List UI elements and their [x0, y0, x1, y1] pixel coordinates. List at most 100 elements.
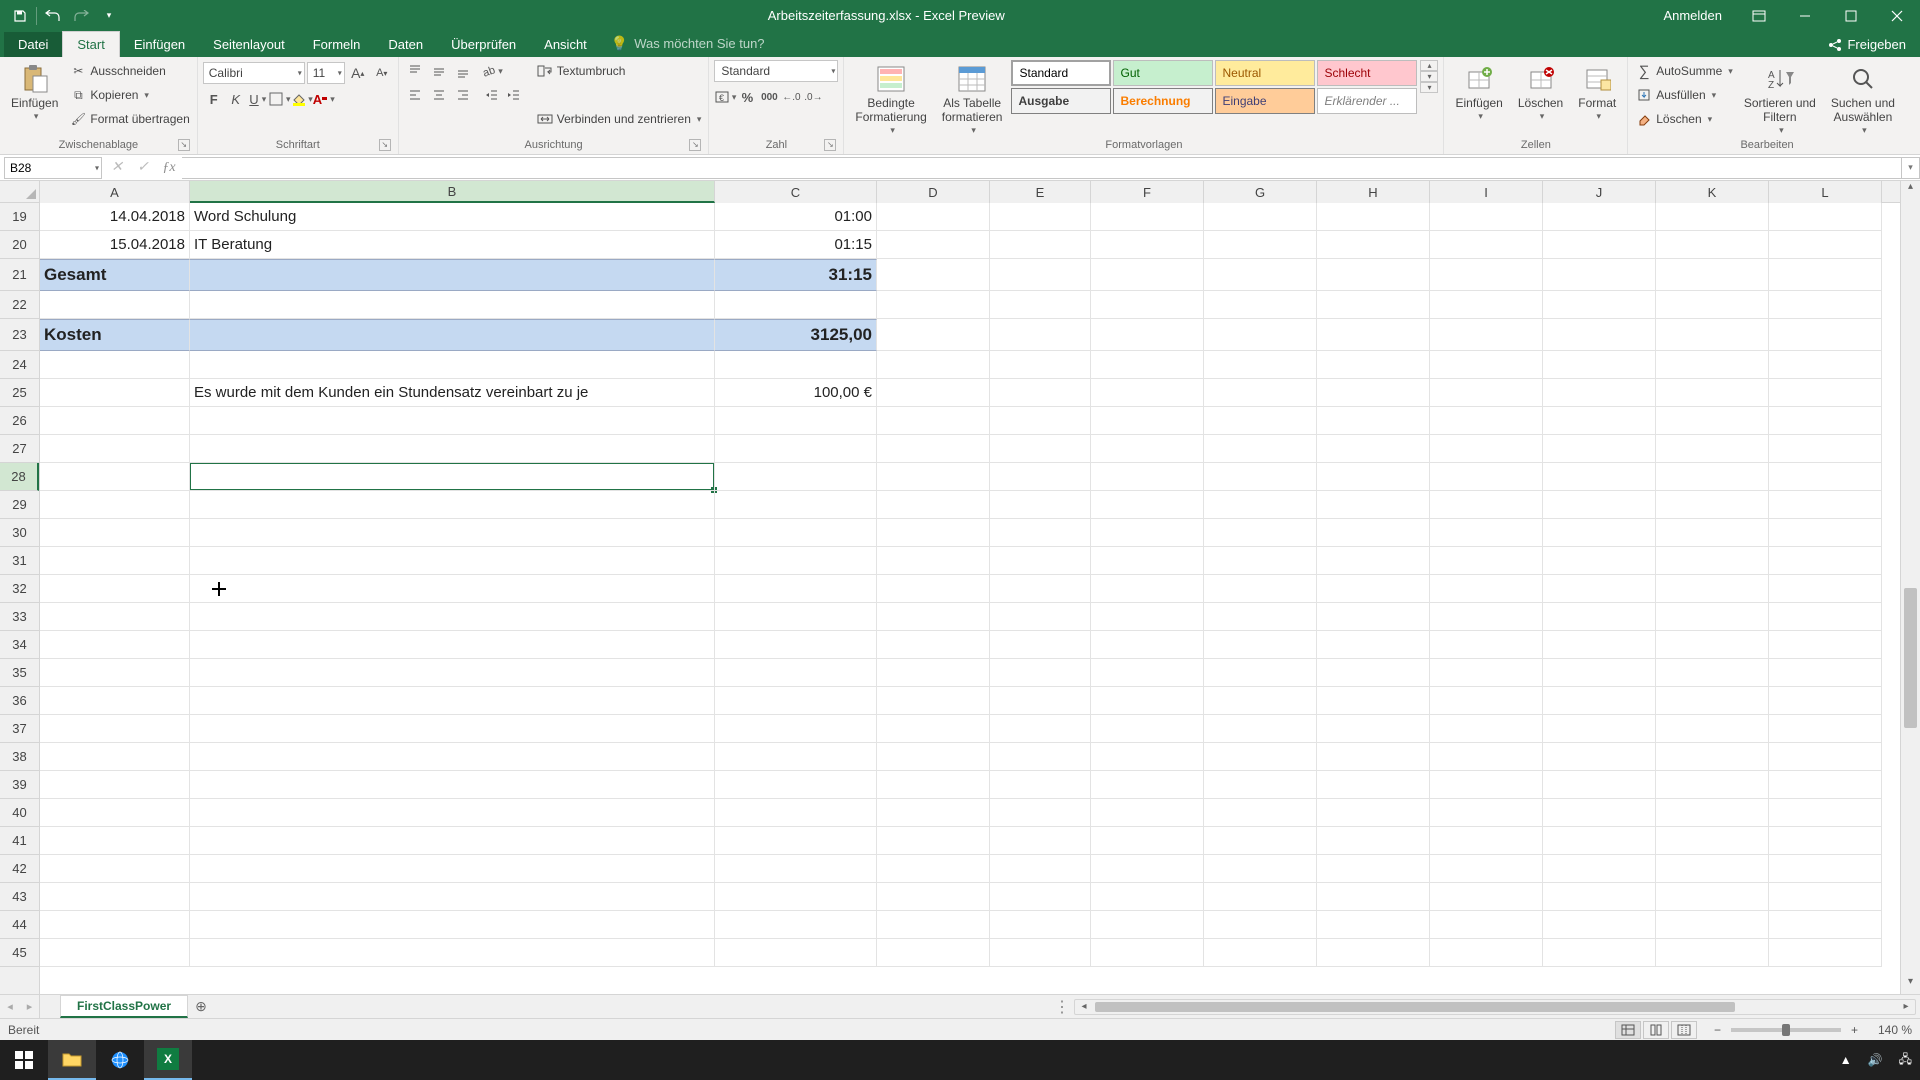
zoom-in-button[interactable]: +: [1847, 1023, 1862, 1037]
cell-H36[interactable]: [1317, 687, 1430, 715]
cell-I33[interactable]: [1430, 603, 1543, 631]
cell-H27[interactable]: [1317, 435, 1430, 463]
cell-G44[interactable]: [1204, 911, 1317, 939]
cell-H42[interactable]: [1317, 855, 1430, 883]
comma-format-button[interactable]: 000: [758, 86, 780, 108]
cell-J19[interactable]: [1543, 203, 1656, 231]
cell-L21[interactable]: [1769, 259, 1882, 291]
cell-L20[interactable]: [1769, 231, 1882, 259]
cell-D20[interactable]: [877, 231, 990, 259]
sheet-tab-active[interactable]: FirstClassPower: [60, 995, 188, 1018]
cell-J35[interactable]: [1543, 659, 1656, 687]
cell-C40[interactable]: [715, 799, 877, 827]
cell-B20[interactable]: IT Beratung: [190, 231, 715, 259]
cell-D32[interactable]: [877, 575, 990, 603]
wrap-text-button[interactable]: Textumbruch: [534, 60, 704, 82]
cell-J38[interactable]: [1543, 743, 1656, 771]
cell-K25[interactable]: [1656, 379, 1769, 407]
cell-H24[interactable]: [1317, 351, 1430, 379]
cell-D31[interactable]: [877, 547, 990, 575]
hscroll-thumb[interactable]: [1095, 1002, 1735, 1012]
gallery-more-button[interactable]: ▾: [1420, 82, 1438, 93]
tray-speaker-icon[interactable]: 🔊: [1860, 1040, 1891, 1080]
cell-K44[interactable]: [1656, 911, 1769, 939]
align-left-button[interactable]: [404, 84, 426, 106]
cell-A45[interactable]: [40, 939, 190, 967]
cell-B21[interactable]: [190, 259, 715, 291]
cell-J28[interactable]: [1543, 463, 1656, 491]
cell-B43[interactable]: [190, 883, 715, 911]
style-gut[interactable]: Gut: [1113, 60, 1213, 86]
row-header-44[interactable]: 44: [0, 911, 39, 939]
cell-D40[interactable]: [877, 799, 990, 827]
cell-G43[interactable]: [1204, 883, 1317, 911]
cell-A35[interactable]: [40, 659, 190, 687]
cell-D23[interactable]: [877, 319, 990, 351]
font-name-select[interactable]: Calibri▾: [203, 62, 305, 84]
cell-E43[interactable]: [990, 883, 1091, 911]
row-header-29[interactable]: 29: [0, 491, 39, 519]
cell-H28[interactable]: [1317, 463, 1430, 491]
cell-G27[interactable]: [1204, 435, 1317, 463]
borders-button[interactable]: ▾: [269, 88, 291, 110]
cell-F44[interactable]: [1091, 911, 1204, 939]
taskbar-browser[interactable]: [96, 1040, 144, 1080]
cell-C37[interactable]: [715, 715, 877, 743]
cell-L19[interactable]: [1769, 203, 1882, 231]
cell-D37[interactable]: [877, 715, 990, 743]
cell-L37[interactable]: [1769, 715, 1882, 743]
cell-F29[interactable]: [1091, 491, 1204, 519]
cell-J32[interactable]: [1543, 575, 1656, 603]
cell-H30[interactable]: [1317, 519, 1430, 547]
cell-H43[interactable]: [1317, 883, 1430, 911]
cell-I43[interactable]: [1430, 883, 1543, 911]
cell-G35[interactable]: [1204, 659, 1317, 687]
cell-H22[interactable]: [1317, 291, 1430, 319]
cell-A27[interactable]: [40, 435, 190, 463]
cell-B40[interactable]: [190, 799, 715, 827]
cell-C41[interactable]: [715, 827, 877, 855]
cell-I35[interactable]: [1430, 659, 1543, 687]
cell-F45[interactable]: [1091, 939, 1204, 967]
cell-C39[interactable]: [715, 771, 877, 799]
cell-H31[interactable]: [1317, 547, 1430, 575]
insert-cells-button[interactable]: Einfügen▾: [1449, 60, 1508, 121]
cell-B41[interactable]: [190, 827, 715, 855]
tab-formulas[interactable]: Formeln: [299, 32, 375, 57]
start-button[interactable]: [0, 1040, 48, 1080]
column-header-D[interactable]: D: [877, 181, 990, 203]
cell-I30[interactable]: [1430, 519, 1543, 547]
cell-E44[interactable]: [990, 911, 1091, 939]
cell-H29[interactable]: [1317, 491, 1430, 519]
cell-F25[interactable]: [1091, 379, 1204, 407]
grow-font-button[interactable]: A▴: [347, 62, 369, 84]
cell-E22[interactable]: [990, 291, 1091, 319]
cell-E25[interactable]: [990, 379, 1091, 407]
cell-C30[interactable]: [715, 519, 877, 547]
decrease-decimal-button[interactable]: .0→: [802, 86, 824, 108]
format-painter-button[interactable]: 🖌Format übertragen: [67, 108, 191, 130]
cell-E19[interactable]: [990, 203, 1091, 231]
cell-K43[interactable]: [1656, 883, 1769, 911]
cell-A21[interactable]: Gesamt: [40, 259, 190, 291]
dialog-launcher-icon[interactable]: ↘: [689, 139, 701, 151]
cell-A22[interactable]: [40, 291, 190, 319]
column-header-F[interactable]: F: [1091, 181, 1204, 203]
cell-H35[interactable]: [1317, 659, 1430, 687]
cell-L24[interactable]: [1769, 351, 1882, 379]
cell-L30[interactable]: [1769, 519, 1882, 547]
cell-A30[interactable]: [40, 519, 190, 547]
cell-D22[interactable]: [877, 291, 990, 319]
cell-E28[interactable]: [990, 463, 1091, 491]
cell-H44[interactable]: [1317, 911, 1430, 939]
cell-D45[interactable]: [877, 939, 990, 967]
cell-B44[interactable]: [190, 911, 715, 939]
conditional-formatting-button[interactable]: Bedingte Formatierung▾: [849, 60, 932, 135]
cell-F40[interactable]: [1091, 799, 1204, 827]
cell-D35[interactable]: [877, 659, 990, 687]
cell-J41[interactable]: [1543, 827, 1656, 855]
tab-data[interactable]: Daten: [374, 32, 437, 57]
cell-E33[interactable]: [990, 603, 1091, 631]
cell-F28[interactable]: [1091, 463, 1204, 491]
row-header-33[interactable]: 33: [0, 603, 39, 631]
